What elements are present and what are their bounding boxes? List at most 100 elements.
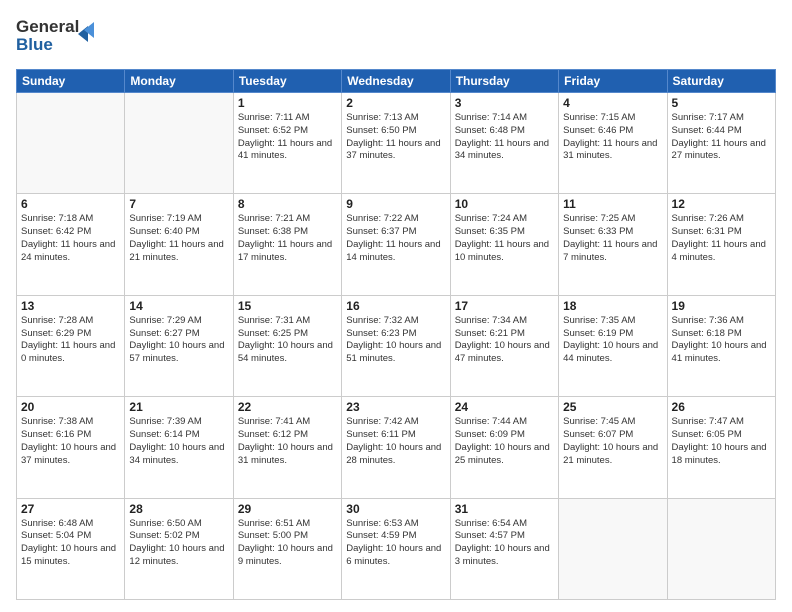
calendar-cell: 2 Sunrise: 7:13 AM Sunset: 6:50 PM Daylig… (342, 93, 450, 194)
calendar-cell: 1 Sunrise: 7:11 AM Sunset: 6:52 PM Daylig… (233, 93, 341, 194)
weekday-header-tuesday: Tuesday (233, 70, 341, 93)
cell-info: Sunrise: 7:26 AM Sunset: 6:31 PM Dayligh… (672, 213, 771, 264)
cell-info: Sunrise: 7:32 AM Sunset: 6:23 PM Dayligh… (346, 315, 445, 366)
calendar-cell: 9 Sunrise: 7:22 AM Sunset: 6:37 PM Daylig… (342, 194, 450, 295)
day-number: 2 (346, 96, 445, 110)
page: General Blue SundayMondayTuesdayWednesda… (0, 0, 792, 612)
cell-info: Sunrise: 7:13 AM Sunset: 6:50 PM Dayligh… (346, 112, 445, 163)
calendar-cell: 10 Sunrise: 7:24 AM Sunset: 6:35 PM Dayli… (450, 194, 558, 295)
calendar-cell (125, 93, 233, 194)
cell-info: Sunrise: 7:47 AM Sunset: 6:05 PM Dayligh… (672, 416, 771, 467)
calendar-cell: 17 Sunrise: 7:34 AM Sunset: 6:21 PM Dayli… (450, 295, 558, 396)
cell-info: Sunrise: 7:28 AM Sunset: 6:29 PM Dayligh… (21, 315, 120, 366)
cell-info: Sunrise: 7:24 AM Sunset: 6:35 PM Dayligh… (455, 213, 554, 264)
weekday-header-monday: Monday (125, 70, 233, 93)
cell-info: Sunrise: 7:15 AM Sunset: 6:46 PM Dayligh… (563, 112, 662, 163)
calendar-cell: 20Sunrise: 7:38 AM Sunset: 6:16 PM Dayli… (17, 397, 125, 498)
day-number: 7 (129, 197, 228, 211)
calendar-cell: 8Sunrise: 7:21 AM Sunset: 6:38 PM Daylig… (233, 194, 341, 295)
day-number: 29 (238, 502, 337, 516)
calendar-cell: 23 Sunrise: 7:42 AM Sunset: 6:11 PM Dayli… (342, 397, 450, 498)
calendar-week-3: 20Sunrise: 7:38 AM Sunset: 6:16 PM Dayli… (17, 397, 776, 498)
cell-info: Sunrise: 7:45 AM Sunset: 6:07 PM Dayligh… (563, 416, 662, 467)
calendar-cell: 27 Sunrise: 6:48 AM Sunset: 5:04 PM Dayli… (17, 498, 125, 599)
cell-info: Sunrise: 7:21 AM Sunset: 6:38 PM Dayligh… (238, 213, 337, 264)
header: General Blue (16, 12, 776, 61)
cell-info: Sunrise: 7:34 AM Sunset: 6:21 PM Dayligh… (455, 315, 554, 366)
weekday-header-wednesday: Wednesday (342, 70, 450, 93)
cell-info: Sunrise: 6:48 AM Sunset: 5:04 PM Dayligh… (21, 518, 120, 569)
calendar-cell: 31Sunrise: 6:54 AM Sunset: 4:57 PM Dayli… (450, 498, 558, 599)
calendar-cell (559, 498, 667, 599)
svg-text:Blue: Blue (16, 35, 53, 54)
calendar-cell: 15 Sunrise: 7:31 AM Sunset: 6:25 PM Dayli… (233, 295, 341, 396)
cell-info: Sunrise: 7:39 AM Sunset: 6:14 PM Dayligh… (129, 416, 228, 467)
day-number: 16 (346, 299, 445, 313)
day-number: 21 (129, 400, 228, 414)
cell-info: Sunrise: 6:51 AM Sunset: 5:00 PM Dayligh… (238, 518, 337, 569)
calendar-cell (17, 93, 125, 194)
cell-info: Sunrise: 7:36 AM Sunset: 6:18 PM Dayligh… (672, 315, 771, 366)
day-number: 6 (21, 197, 120, 211)
cell-info: Sunrise: 7:31 AM Sunset: 6:25 PM Dayligh… (238, 315, 337, 366)
cell-info: Sunrise: 6:53 AM Sunset: 4:59 PM Dayligh… (346, 518, 445, 569)
calendar-cell: 21 Sunrise: 7:39 AM Sunset: 6:14 PM Dayli… (125, 397, 233, 498)
day-number: 23 (346, 400, 445, 414)
calendar-cell: 19 Sunrise: 7:36 AM Sunset: 6:18 PM Dayli… (667, 295, 775, 396)
calendar-cell: 12 Sunrise: 7:26 AM Sunset: 6:31 PM Dayli… (667, 194, 775, 295)
cell-info: Sunrise: 7:44 AM Sunset: 6:09 PM Dayligh… (455, 416, 554, 467)
day-number: 27 (21, 502, 120, 516)
weekday-header-thursday: Thursday (450, 70, 558, 93)
day-number: 4 (563, 96, 662, 110)
calendar-cell: 29 Sunrise: 6:51 AM Sunset: 5:00 PM Dayli… (233, 498, 341, 599)
day-number: 12 (672, 197, 771, 211)
day-number: 19 (672, 299, 771, 313)
day-number: 10 (455, 197, 554, 211)
calendar-cell: 5 Sunrise: 7:17 AM Sunset: 6:44 PM Daylig… (667, 93, 775, 194)
day-number: 5 (672, 96, 771, 110)
calendar-cell: 25Sunrise: 7:45 AM Sunset: 6:07 PM Dayli… (559, 397, 667, 498)
cell-info: Sunrise: 6:54 AM Sunset: 4:57 PM Dayligh… (455, 518, 554, 569)
calendar-cell: 26 Sunrise: 7:47 AM Sunset: 6:05 PM Dayli… (667, 397, 775, 498)
day-number: 15 (238, 299, 337, 313)
cell-info: Sunrise: 7:14 AM Sunset: 6:48 PM Dayligh… (455, 112, 554, 163)
calendar-week-1: 6Sunrise: 7:18 AM Sunset: 6:42 PM Daylig… (17, 194, 776, 295)
calendar-week-4: 27 Sunrise: 6:48 AM Sunset: 5:04 PM Dayli… (17, 498, 776, 599)
day-number: 26 (672, 400, 771, 414)
day-number: 28 (129, 502, 228, 516)
cell-info: Sunrise: 7:17 AM Sunset: 6:44 PM Dayligh… (672, 112, 771, 163)
cell-info: Sunrise: 7:22 AM Sunset: 6:37 PM Dayligh… (346, 213, 445, 264)
day-number: 3 (455, 96, 554, 110)
day-number: 30 (346, 502, 445, 516)
day-number: 17 (455, 299, 554, 313)
logo: General Blue (16, 12, 96, 61)
day-number: 14 (129, 299, 228, 313)
day-number: 11 (563, 197, 662, 211)
calendar-header-row: SundayMondayTuesdayWednesdayThursdayFrid… (17, 70, 776, 93)
calendar-cell: 4 Sunrise: 7:15 AM Sunset: 6:46 PM Daylig… (559, 93, 667, 194)
weekday-header-sunday: Sunday (17, 70, 125, 93)
day-number: 13 (21, 299, 120, 313)
day-number: 9 (346, 197, 445, 211)
calendar-week-0: 1 Sunrise: 7:11 AM Sunset: 6:52 PM Daylig… (17, 93, 776, 194)
calendar-cell: 3 Sunrise: 7:14 AM Sunset: 6:48 PM Daylig… (450, 93, 558, 194)
calendar-cell: 14Sunrise: 7:29 AM Sunset: 6:27 PM Dayli… (125, 295, 233, 396)
day-number: 20 (21, 400, 120, 414)
weekday-header-saturday: Saturday (667, 70, 775, 93)
calendar-week-2: 13 Sunrise: 7:28 AM Sunset: 6:29 PM Dayli… (17, 295, 776, 396)
cell-info: Sunrise: 6:50 AM Sunset: 5:02 PM Dayligh… (129, 518, 228, 569)
logo-area: General Blue (16, 12, 96, 61)
cell-info: Sunrise: 7:19 AM Sunset: 6:40 PM Dayligh… (129, 213, 228, 264)
day-number: 18 (563, 299, 662, 313)
day-number: 22 (238, 400, 337, 414)
calendar-cell: 13 Sunrise: 7:28 AM Sunset: 6:29 PM Dayli… (17, 295, 125, 396)
day-number: 1 (238, 96, 337, 110)
calendar-cell: 24Sunrise: 7:44 AM Sunset: 6:09 PM Dayli… (450, 397, 558, 498)
calendar-cell: 16 Sunrise: 7:32 AM Sunset: 6:23 PM Dayli… (342, 295, 450, 396)
cell-info: Sunrise: 7:42 AM Sunset: 6:11 PM Dayligh… (346, 416, 445, 467)
calendar-cell (667, 498, 775, 599)
cell-info: Sunrise: 7:11 AM Sunset: 6:52 PM Dayligh… (238, 112, 337, 163)
cell-info: Sunrise: 7:25 AM Sunset: 6:33 PM Dayligh… (563, 213, 662, 264)
cell-info: Sunrise: 7:41 AM Sunset: 6:12 PM Dayligh… (238, 416, 337, 467)
calendar-cell: 30 Sunrise: 6:53 AM Sunset: 4:59 PM Dayli… (342, 498, 450, 599)
